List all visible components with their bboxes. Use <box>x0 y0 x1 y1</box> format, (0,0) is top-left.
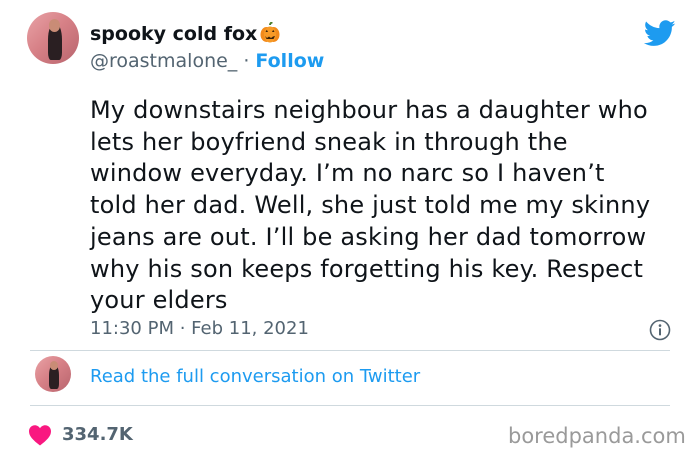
pumpkin-icon <box>260 22 280 43</box>
tweet-line: lets her boyfriend sneak in through the <box>90 127 568 156</box>
info-icon[interactable] <box>649 319 671 341</box>
handle-row: @roastmalone_ · Follow <box>90 50 324 72</box>
like-count: 334.7K <box>62 424 133 445</box>
twitter-bird-icon[interactable] <box>644 20 676 47</box>
tweet-text: My downstairs neighbour has a daughter w… <box>90 95 690 317</box>
tweet-line: told her dad. Well, she just told me my … <box>90 191 651 220</box>
tweet-line: your elders <box>90 286 228 315</box>
divider <box>30 350 670 351</box>
author-avatar[interactable] <box>27 12 79 64</box>
handle-separator: · <box>237 50 256 72</box>
avatar-head <box>50 361 59 370</box>
author-name-row[interactable]: spooky cold fox <box>90 22 281 45</box>
heart-icon[interactable] <box>28 424 52 446</box>
boredpanda-watermark: boredpanda.com <box>508 424 686 448</box>
author-handle[interactable]: @roastmalone_ <box>90 50 237 72</box>
read-conversation-link[interactable]: Read the full conversation on Twitter <box>90 366 420 387</box>
avatar-head <box>48 19 61 32</box>
tweet-line: why his son keeps forgetting his key. Re… <box>90 254 644 283</box>
tweet-line: My downstairs neighbour has a daughter w… <box>90 96 648 124</box>
tweet-line: window everyday. I’m no narc so I haven’… <box>90 159 605 188</box>
conversation-avatar[interactable] <box>35 356 71 392</box>
follow-button[interactable]: Follow <box>255 50 324 72</box>
tweet-timestamp[interactable]: 11:30 PM · Feb 11, 2021 <box>90 318 309 339</box>
divider <box>30 405 670 406</box>
author-name[interactable]: spooky cold fox <box>90 23 257 45</box>
tweet-line: jeans are out. I’ll be asking her dad to… <box>90 222 647 251</box>
